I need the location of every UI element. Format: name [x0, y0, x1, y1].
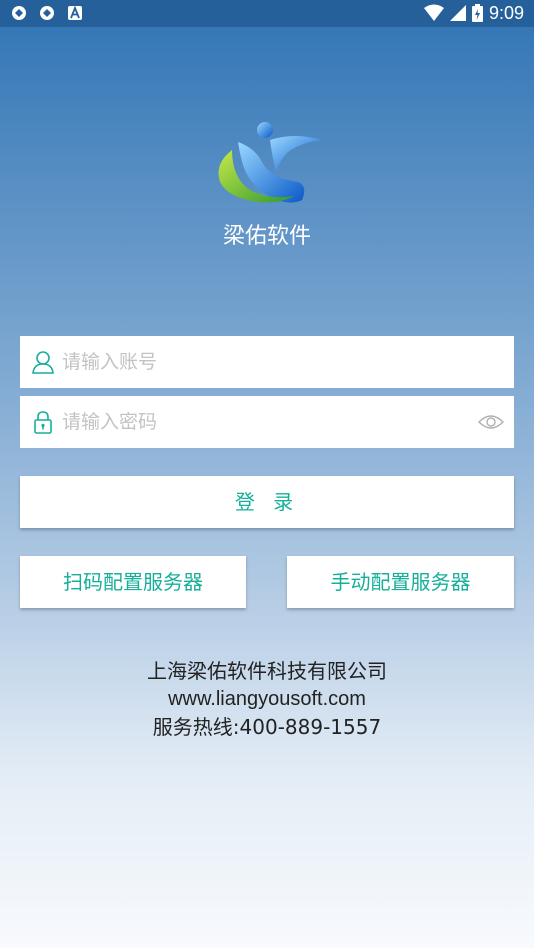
company-info: 上海梁佑软件科技有限公司 www.liangyousoft.com 服务热线:4…	[0, 657, 534, 741]
account-field[interactable]	[20, 336, 514, 388]
service-hotline: 服务热线:400-889-1557	[152, 715, 382, 739]
status-bar: 9:09	[0, 0, 534, 27]
manual-config-server-button[interactable]: 手动配置服务器	[287, 556, 514, 608]
liangyou-logo-icon	[218, 122, 322, 203]
account-input[interactable]	[62, 336, 462, 388]
password-field[interactable]	[20, 396, 514, 448]
eye-icon[interactable]	[478, 412, 504, 432]
login-button[interactable]: 登 录	[20, 476, 514, 528]
company-name: 上海梁佑软件科技有限公司	[147, 659, 387, 683]
lock-icon	[34, 411, 52, 434]
signal-icon	[449, 5, 466, 21]
scan-config-server-button[interactable]: 扫码配置服务器	[20, 556, 246, 608]
user-icon	[32, 351, 54, 374]
sync-icon	[12, 6, 26, 20]
company-website: www.liangyousoft.com	[168, 688, 366, 710]
status-left-icons	[10, 4, 84, 22]
app-name: 梁佑软件	[222, 224, 311, 249]
status-right-icons: 9:09	[423, 3, 524, 23]
font-a-icon	[68, 5, 82, 20]
password-input[interactable]	[62, 396, 462, 448]
status-time: 9:09	[488, 3, 524, 23]
battery-icon	[471, 4, 483, 22]
wifi-icon	[423, 4, 444, 21]
sync-icon	[40, 6, 54, 20]
